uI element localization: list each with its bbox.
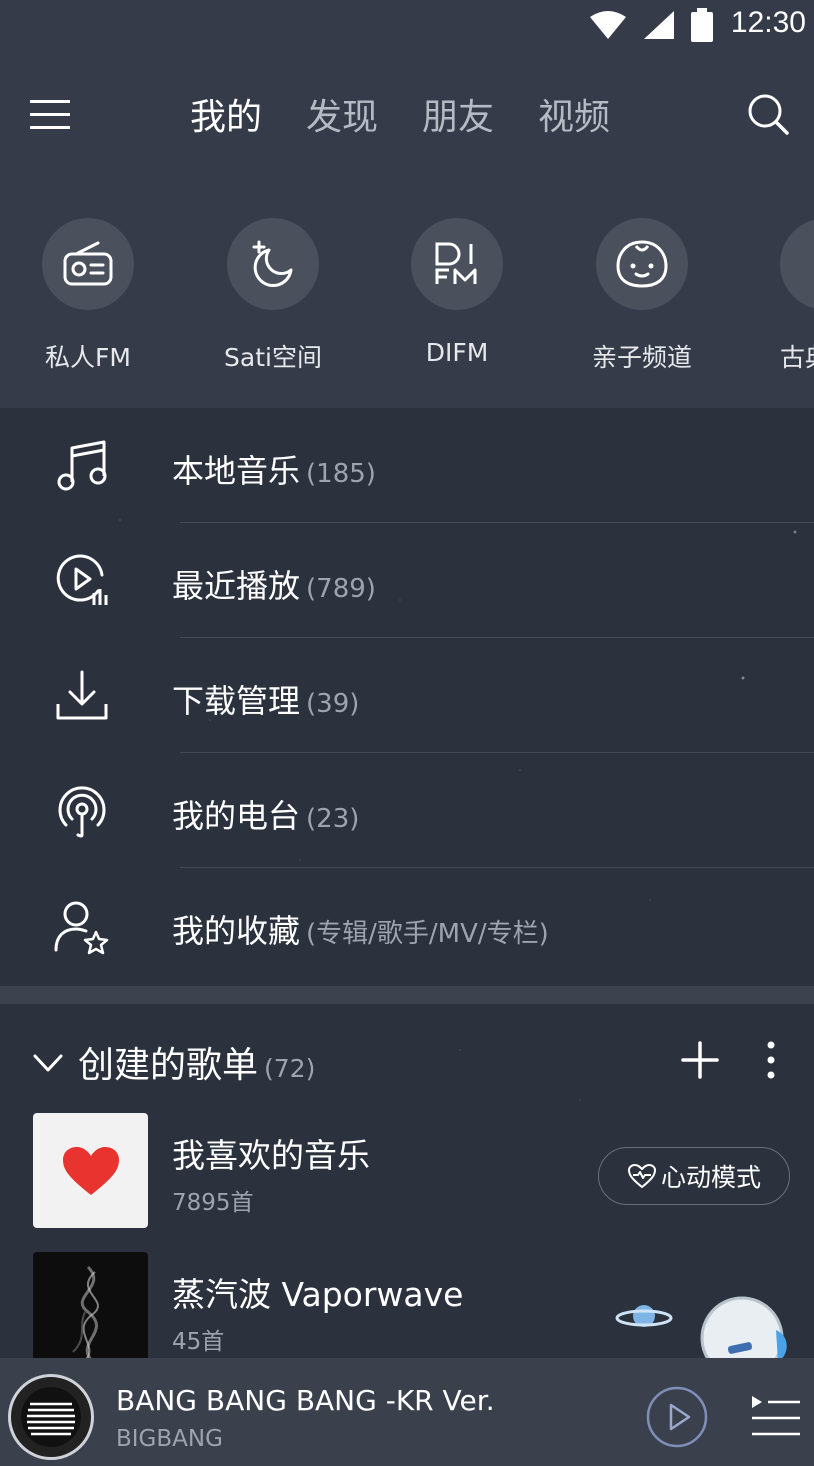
shortcut-circle [596, 218, 688, 310]
queue-icon [752, 1396, 800, 1436]
shortcut-kids-channel[interactable]: 亲子频道 [552, 218, 732, 374]
section-title-text: 创建的歌单 [78, 1045, 259, 1086]
status-time: 12:30 [730, 6, 806, 39]
heartbeat-icon [627, 1163, 656, 1189]
shortcut-label: 私人FM [45, 343, 131, 372]
menu-item-count: (23) [306, 804, 360, 834]
shortcut-sati-space[interactable]: Sati空间 [183, 218, 363, 374]
recent-play-icon [56, 554, 108, 605]
planet-icon [615, 1305, 673, 1327]
more-options-button[interactable] [756, 1040, 786, 1080]
mini-player[interactable]: BANG BANG BANG -KR Ver. BIGBANG [0, 1358, 814, 1466]
playlist-cover [33, 1113, 148, 1228]
shortcut-difm[interactable]: DIFM [367, 218, 547, 367]
playlist-song-count: 7895首 [172, 1190, 254, 1216]
search-button[interactable] [746, 92, 794, 140]
header-area: 12:30 我的 发现 朋友 视频 私人FM Sati空间 DIFM 亲子频道 … [0, 0, 814, 408]
search-icon [748, 94, 789, 135]
download-icon [56, 670, 108, 720]
podcast-icon [58, 786, 106, 838]
menu-item-label: 我的收藏 [172, 912, 301, 950]
tab-mine[interactable]: 我的 [190, 88, 262, 140]
menu-item-download-manager[interactable]: 下载管理 (39) [0, 638, 814, 753]
shortcut-label: 亲子频道 [591, 343, 692, 372]
shortcut-circle [780, 218, 814, 310]
album-art-icon [21, 1387, 81, 1447]
wifi-icon [590, 11, 626, 39]
menu-item-text: 我的电台 (23) [172, 791, 359, 837]
add-playlist-button[interactable] [680, 1040, 720, 1080]
menu-item-label: 我的电台 [172, 797, 301, 835]
nav-tabs: 我的 发现 朋友 视频 [190, 88, 610, 140]
shortcut-label: DIFM [425, 338, 489, 367]
battery-icon [691, 8, 713, 42]
shortcut-private-fm[interactable]: 私人FM [0, 218, 178, 374]
collapse-button[interactable] [32, 1046, 64, 1078]
heartbeat-label: 心动模式 [660, 1163, 761, 1192]
radio-icon [63, 241, 113, 286]
section-separator [0, 986, 814, 1004]
shortcut-classical[interactable]: 古典 [736, 218, 814, 374]
chevron-down-icon [33, 1054, 63, 1072]
hamburger-icon [30, 100, 70, 129]
now-playing-artist: BIGBANG [116, 1426, 223, 1452]
more-vertical-icon [767, 1041, 775, 1079]
playlist-song-count: 45首 [172, 1329, 225, 1355]
playlist-name: 我喜欢的音乐 [172, 1136, 370, 1175]
play-button[interactable] [646, 1386, 708, 1448]
playlist-cover [33, 1252, 148, 1367]
section-title: 创建的歌单 (72) [78, 1036, 315, 1088]
playlist-name: 蒸汽波 Vaporwave [172, 1275, 464, 1314]
top-nav: 我的 发现 朋友 视频 [0, 80, 814, 152]
menu-item-my-collection[interactable]: 我的收藏 (专辑/歌手/MV/专栏) [0, 868, 814, 983]
playlist-queue-button[interactable] [750, 1394, 802, 1440]
user-star-icon [54, 901, 109, 955]
menu-item-count: (39) [306, 689, 360, 719]
menu-item-count: (789) [306, 574, 376, 604]
heart-icon [62, 1146, 119, 1195]
shortcut-circle [227, 218, 319, 310]
smoke-art-icon [72, 1265, 99, 1364]
now-playing-title: BANG BANG BANG -KR Ver. [116, 1384, 495, 1417]
tab-friends[interactable]: 朋友 [422, 88, 494, 140]
tab-video[interactable]: 视频 [538, 88, 610, 140]
shortcut-label: Sati空间 [224, 343, 322, 372]
menu-item-text: 下载管理 (39) [172, 676, 359, 722]
shortcut-row: 私人FM Sati空间 DIFM 亲子频道 古典 [0, 218, 814, 378]
menu-button[interactable] [28, 94, 76, 138]
shortcut-circle [411, 218, 503, 310]
status-bar: 12:30 [0, 0, 814, 50]
menu-item-label: 最近播放 [172, 567, 301, 605]
menu-item-recent-play[interactable]: 最近播放 (789) [0, 523, 814, 638]
menu-item-count: (185) [306, 459, 376, 489]
menu-item-label: 下载管理 [172, 682, 301, 720]
baby-icon [616, 240, 668, 288]
my-music-menu: 本地音乐 (185) 最近播放 (789) 下载管理 (39) 我的电台 (23) 我的… [0, 408, 814, 983]
status-icons [588, 8, 714, 42]
menu-item-text: 本地音乐 (185) [172, 446, 376, 492]
menu-item-my-radio[interactable]: 我的电台 (23) [0, 753, 814, 868]
created-playlists-header: 创建的歌单 (72) [0, 1024, 814, 1096]
album-disc[interactable] [8, 1374, 94, 1460]
tab-discover[interactable]: 发现 [306, 88, 378, 140]
menu-item-count: (专辑/歌手/MV/专栏) [306, 919, 549, 949]
shortcut-label: 古典 [780, 343, 814, 372]
classical-icon [802, 240, 814, 288]
playlist-item[interactable]: 我喜欢的音乐 7895首 心动模式 [0, 1113, 814, 1233]
plus-icon [681, 1041, 719, 1079]
menu-item-text: 我的收藏 (专辑/歌手/MV/专栏) [172, 906, 549, 952]
shortcut-circle [42, 218, 134, 310]
difm-icon [435, 242, 477, 284]
menu-item-label: 本地音乐 [172, 452, 301, 490]
play-icon [646, 1386, 708, 1448]
moon-icon [252, 240, 293, 287]
menu-item-text: 最近播放 (789) [172, 561, 376, 607]
menu-item-local-music[interactable]: 本地音乐 (185) [0, 408, 814, 523]
signal-icon [644, 11, 674, 39]
music-note-icon [57, 440, 107, 491]
section-count: (72) [264, 1054, 316, 1083]
heartbeat-mode-button[interactable]: 心动模式 [598, 1147, 790, 1205]
